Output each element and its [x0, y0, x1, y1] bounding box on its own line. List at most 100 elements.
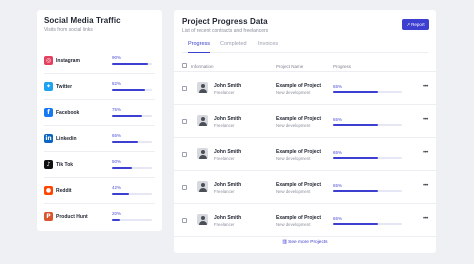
twitter-icon: ✦: [44, 82, 53, 91]
more-options-icon[interactable]: •••: [423, 183, 428, 189]
report-button[interactable]: ↗Report: [402, 19, 429, 30]
social-progress-fill: [112, 115, 142, 117]
project-card-title: Project Progress Data: [182, 17, 268, 26]
social-progress-bar: [112, 219, 152, 221]
freelancer-name: John Smith: [214, 116, 242, 122]
freelancer-name: John Smith: [214, 149, 242, 155]
project-name: Example of Project: [276, 116, 322, 122]
table-row: John Smith Freelancer Example of Project Ne…: [174, 138, 436, 171]
row-checkbox[interactable]: [182, 185, 187, 190]
report-button-label: Report: [411, 22, 425, 27]
project-progress-card: Project Progress Data List of recent con…: [174, 10, 436, 253]
tiktok-icon: ♪: [44, 160, 53, 169]
social-progress-bar: [112, 89, 152, 91]
project-progress-bar: [333, 124, 402, 126]
social-percent: 82%: [112, 81, 122, 86]
project-name: Example of Project: [276, 149, 322, 155]
reddit-icon: ●: [44, 186, 53, 195]
more-options-icon[interactable]: •••: [423, 150, 428, 156]
see-more-label: See more Projects: [288, 240, 328, 245]
row-checkbox[interactable]: [182, 218, 187, 223]
social-name: Facebook: [56, 110, 80, 116]
social-name: Tik Tok: [56, 162, 74, 168]
report-icon: ↗: [406, 22, 411, 27]
social-progress-bar: [112, 115, 152, 117]
tab-invoices[interactable]: Invoices: [258, 41, 278, 53]
avatar: [197, 148, 208, 159]
social-row: ◎ Instagram 90%: [44, 48, 155, 74]
social-percent: 20%: [112, 211, 122, 216]
project-progress-bar: [333, 157, 402, 159]
social-row: ● Reddit 42%: [44, 178, 155, 204]
project-name: Example of Project: [276, 182, 322, 188]
social-row: P Product Hunt 20%: [44, 204, 155, 230]
avatar: [197, 82, 208, 93]
freelancer-role: Freelancer: [214, 156, 235, 161]
project-progress-fill: [333, 190, 378, 192]
project-percent: 65%: [333, 216, 343, 221]
facebook-icon: f: [44, 108, 53, 117]
more-options-icon[interactable]: •••: [423, 84, 428, 90]
social-progress-bar: [112, 167, 152, 169]
project-description: New development: [276, 90, 311, 95]
project-percent: 65%: [333, 183, 343, 188]
freelancer-role: Freelancer: [214, 222, 235, 227]
row-checkbox[interactable]: [182, 86, 187, 91]
project-progress-fill: [333, 124, 378, 126]
social-percent: 90%: [112, 55, 122, 60]
social-percent: 50%: [112, 159, 122, 164]
social-progress-fill: [112, 63, 148, 65]
instagram-icon: ◎: [44, 56, 53, 65]
freelancer-role: Freelancer: [214, 189, 235, 194]
project-progress-fill: [333, 223, 378, 225]
tab-completed[interactable]: Completed: [220, 41, 247, 53]
freelancer-role: Freelancer: [214, 123, 235, 128]
project-progress-bar: [333, 91, 402, 93]
table-row: John Smith Freelancer Example of Project Ne…: [174, 171, 436, 204]
producthunt-icon: P: [44, 212, 53, 221]
project-percent: 65%: [333, 150, 343, 155]
chart-icon: ▥: [282, 239, 288, 245]
table-header: Information Project Name Progress: [174, 60, 436, 72]
project-progress-fill: [333, 91, 378, 93]
social-progress-bar: [112, 193, 152, 195]
social-percent: 65%: [112, 133, 122, 138]
social-list: ◎ Instagram 90% ✦ Twitter 82% f Facebook 75% in Li…: [44, 48, 155, 230]
project-card-header: Project Progress Data List of recent con…: [182, 17, 268, 34]
social-row: in Linkedin 65%: [44, 126, 155, 152]
tab-progress[interactable]: Progress: [188, 41, 211, 53]
social-progress-bar: [112, 141, 152, 143]
project-card-subtitle: List of recent contracts and freelancers: [182, 28, 269, 34]
column-progress: Progress: [333, 64, 352, 69]
social-progress-bar: [112, 63, 152, 65]
avatar: [197, 214, 208, 225]
project-tabs: Progress Completed Invoices: [182, 40, 428, 53]
social-row: ♪ Tik Tok 50%: [44, 152, 155, 178]
project-description: New development: [276, 189, 311, 194]
column-project-name: Project Name: [276, 64, 304, 69]
freelancer-name: John Smith: [214, 182, 242, 188]
social-progress-fill: [112, 167, 132, 169]
project-name: Example of Project: [276, 83, 322, 89]
project-progress-fill: [333, 157, 378, 159]
social-card-subtitle: Visits from social links: [44, 27, 93, 33]
project-percent: 65%: [333, 84, 343, 89]
see-more-projects-link[interactable]: ▥See more Projects: [174, 239, 436, 245]
more-options-icon[interactable]: •••: [423, 117, 428, 123]
row-checkbox[interactable]: [182, 152, 187, 157]
avatar: [197, 181, 208, 192]
social-progress-fill: [112, 219, 120, 221]
freelancer-name: John Smith: [214, 215, 242, 221]
project-description: New development: [276, 222, 311, 227]
social-name: Instagram: [56, 58, 80, 64]
table-row: John Smith Freelancer Example of Project Ne…: [174, 105, 436, 138]
project-progress-bar: [333, 223, 402, 225]
row-checkbox[interactable]: [182, 119, 187, 124]
social-name: Twitter: [56, 84, 73, 90]
more-options-icon[interactable]: •••: [423, 216, 428, 222]
freelancer-name: John Smith: [214, 83, 242, 89]
table-row: John Smith Freelancer Example of Project Ne…: [174, 72, 436, 105]
project-description: New development: [276, 123, 311, 128]
social-progress-fill: [112, 89, 145, 91]
select-all-checkbox[interactable]: [182, 63, 187, 68]
